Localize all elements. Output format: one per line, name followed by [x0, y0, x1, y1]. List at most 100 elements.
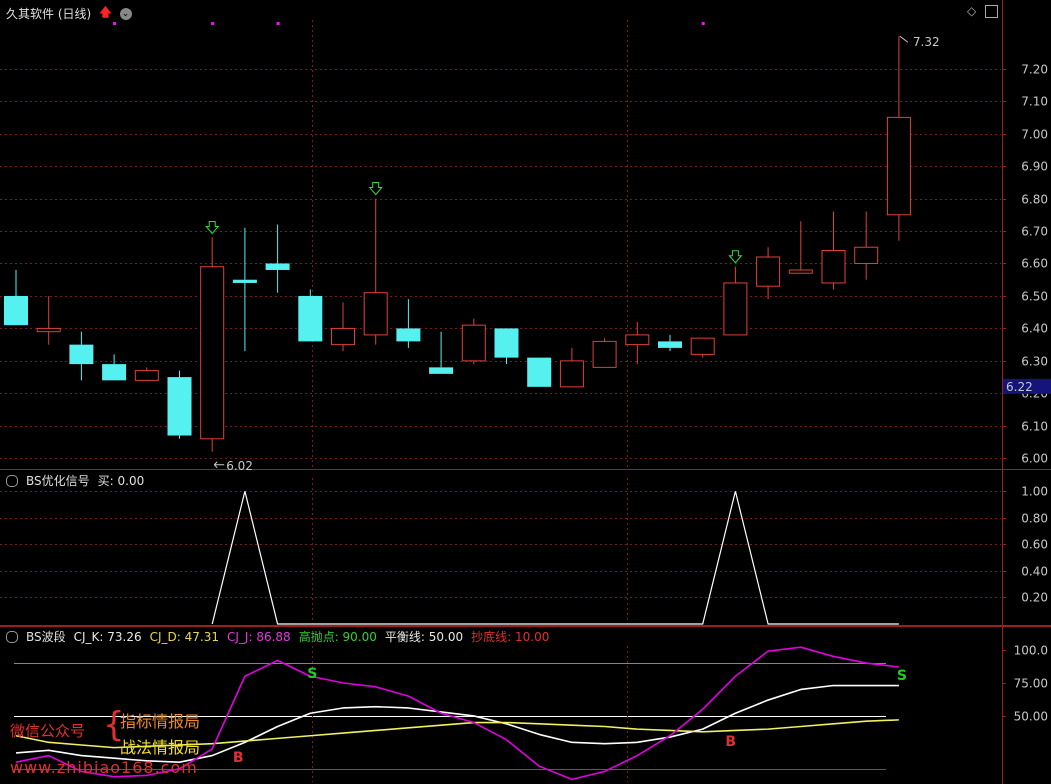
- high-pointer: [899, 35, 909, 43]
- signal-name: BS优化信号: [26, 474, 90, 488]
- wave-k: CJ_K: 73.26: [73, 629, 142, 644]
- candle-body: [429, 367, 454, 374]
- signal-value: 买: 0.00: [97, 474, 145, 488]
- price-tick-label: 6.40: [1021, 322, 1048, 336]
- low-pointer: [213, 461, 225, 469]
- candle: [265, 224, 290, 293]
- candle: [429, 331, 454, 374]
- candle: [167, 370, 192, 439]
- watermark-line1: 指标情报局: [120, 712, 201, 731]
- current-price-label: 6.22: [1006, 380, 1033, 394]
- stock-title: 久其软件 (日线): [6, 7, 92, 21]
- signal-header: BS优化信号 买: 0.00: [6, 472, 144, 489]
- signal-tick-label: 1.00: [1021, 485, 1048, 499]
- price-tick-label: 6.50: [1021, 290, 1048, 304]
- price-tick-label: 6.00: [1021, 452, 1048, 466]
- candle-body: [265, 263, 290, 270]
- price-tick-label: 6.90: [1021, 160, 1048, 174]
- candle: [331, 302, 355, 352]
- candle: [527, 357, 552, 387]
- wave-tick-label: 50.00: [1014, 710, 1048, 724]
- signal-tick-label: 0.60: [1021, 538, 1048, 552]
- price-tick-label: 6.10: [1021, 420, 1048, 434]
- price-tick-label: 7.00: [1021, 128, 1048, 142]
- top-marker: [211, 22, 215, 25]
- candlestick-chart[interactable]: 7.20 7.10 7.00 6.90 6.80 6.70 6.60 6.50 6.40 6.30…: [0, 0, 1051, 470]
- signal-line: [211, 491, 899, 625]
- signal-tick-label: 0.80: [1021, 512, 1048, 526]
- signal-marker-s: S: [307, 666, 317, 682]
- candle-body: [134, 370, 159, 381]
- low-label: 6.02: [226, 459, 253, 470]
- wave-header: BS波段 CJ_K: 73.26 CJ_D: 47.31 CJ_J: 86.88…: [6, 628, 549, 645]
- wave-high: 高抛点: 90.00: [298, 630, 377, 644]
- signal-chart[interactable]: 1.00 0.80 0.60 0.40 0.20: [0, 470, 1051, 626]
- bs-wave-panel[interactable]: 100.0 75.00 50.00 S B B S BS波段 CJ_K: 73.26 CJ_…: [0, 626, 1051, 784]
- candle: [461, 318, 486, 365]
- green-down-arrow-icon: [368, 182, 383, 196]
- candle: [886, 36, 911, 241]
- candle-body: [69, 344, 94, 365]
- signal-chevron-icon[interactable]: [6, 474, 18, 487]
- candle-body: [886, 116, 911, 216]
- candle-body: [396, 328, 421, 342]
- candle-body: [298, 295, 323, 342]
- window-restore-icon[interactable]: [985, 5, 998, 18]
- candle-body: [690, 337, 715, 355]
- price-tick-label: 7.10: [1021, 95, 1048, 109]
- candle: [854, 211, 879, 280]
- candle-body: [723, 282, 748, 336]
- watermark-line2: 战法情报局: [120, 738, 201, 757]
- candle: [36, 295, 61, 345]
- price-tick-label: 6.30: [1021, 355, 1048, 369]
- candle: [69, 331, 94, 381]
- candle-body: [527, 357, 552, 387]
- candle-body: [363, 292, 388, 336]
- wave-tick-label: 75.00: [1014, 677, 1048, 691]
- green-down-arrow-icon: [728, 250, 743, 264]
- signal-marker-b: B: [233, 750, 244, 766]
- candle-body: [200, 266, 225, 440]
- candle: [821, 211, 846, 290]
- candle-body: [167, 377, 192, 436]
- candle: [102, 354, 127, 381]
- price-tick-label: 6.70: [1021, 225, 1048, 239]
- candle: [788, 221, 813, 274]
- signal-marker-b: B: [725, 734, 736, 750]
- candle-body: [625, 334, 650, 346]
- candle: [592, 338, 617, 368]
- candle-body: [102, 364, 127, 381]
- candle-body: [658, 341, 682, 348]
- candle-body: [36, 327, 61, 333]
- wave-chevron-icon[interactable]: [6, 630, 18, 643]
- candle-body: [592, 340, 617, 368]
- candle-body: [4, 295, 28, 326]
- candle-body: [232, 279, 257, 283]
- candle: [559, 347, 584, 388]
- high-label: 7.32: [913, 35, 940, 49]
- candle: [232, 227, 257, 352]
- signal-tick-label: 0.20: [1021, 591, 1048, 605]
- wave-low: 抄底线: 10.00: [471, 630, 550, 644]
- candle: [200, 237, 225, 452]
- price-panel[interactable]: 7.20 7.10 7.00 6.90 6.80 6.70 6.60 6.50 6.40 6.30…: [0, 0, 1051, 470]
- signal-tick-label: 0.40: [1021, 565, 1048, 579]
- candle: [298, 289, 323, 342]
- wave-name: BS波段: [26, 630, 66, 644]
- bs-signal-panel[interactable]: 1.00 0.80 0.60 0.40 0.20 BS优化信号 买: 0.00: [0, 470, 1051, 626]
- red-up-arrow-icon: 🡅: [99, 5, 112, 19]
- price-tick-label: 6.60: [1021, 257, 1048, 271]
- candle: [723, 266, 748, 336]
- chevron-down-icon[interactable]: ⌄: [119, 7, 132, 20]
- top-marker: [701, 22, 705, 25]
- candle: [363, 198, 388, 345]
- candle: [494, 328, 519, 365]
- diamond-icon[interactable]: ◇: [967, 4, 976, 18]
- candle: [4, 269, 28, 326]
- candle: [396, 299, 421, 348]
- candle-body: [494, 328, 519, 358]
- top-marker: [276, 22, 280, 25]
- candle-body: [559, 360, 584, 388]
- main-header: 久其软件 (日线) 🡅 ⌄: [6, 3, 132, 24]
- candle-body: [854, 246, 879, 264]
